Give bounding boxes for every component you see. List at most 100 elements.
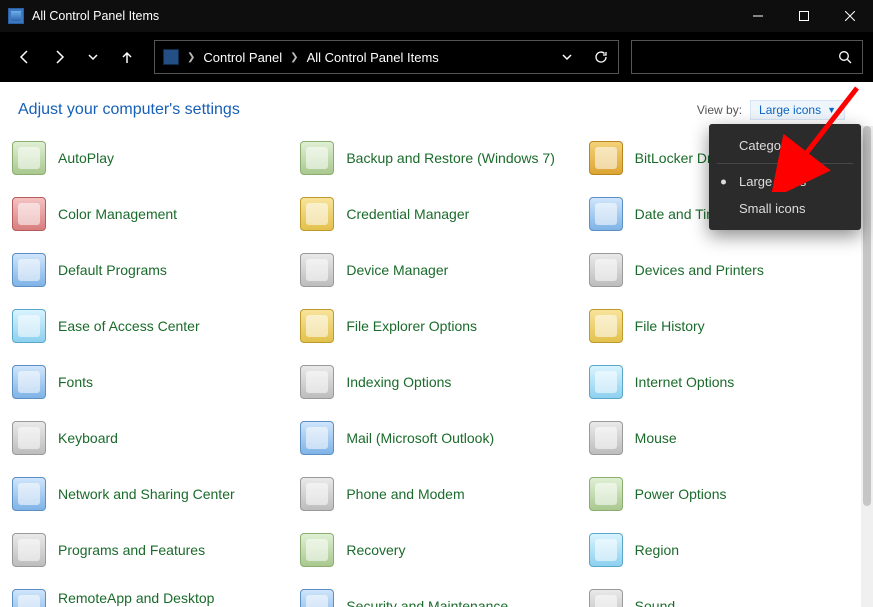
cpl-item-icon: [300, 309, 334, 343]
cpl-item-icon: [589, 589, 623, 607]
view-by-label: View by:: [697, 103, 742, 117]
cpl-item[interactable]: Fonts: [12, 362, 290, 402]
forward-button[interactable]: [44, 42, 74, 72]
cpl-item-label: Fonts: [58, 374, 93, 390]
cpl-item-icon: [589, 141, 623, 175]
page-heading: Adjust your computer's settings: [18, 101, 697, 119]
cpl-item[interactable]: Color Management: [12, 194, 290, 234]
cpl-item-icon: [300, 421, 334, 455]
cpl-item[interactable]: Programs and Features: [12, 530, 290, 570]
cpl-item-icon: [589, 197, 623, 231]
titlebar: All Control Panel Items: [0, 0, 873, 32]
cpl-item-icon: [12, 197, 46, 231]
address-dropdown-button[interactable]: [550, 41, 584, 73]
back-button[interactable]: [10, 42, 40, 72]
cpl-item-label: AutoPlay: [58, 150, 114, 166]
cpl-item[interactable]: Internet Options: [589, 362, 867, 402]
cpl-item[interactable]: Indexing Options: [300, 362, 578, 402]
content-area: Adjust your computer's settings View by:…: [0, 82, 873, 607]
cpl-item[interactable]: Network and Sharing Center: [12, 474, 290, 514]
cpl-item[interactable]: Power Options: [589, 474, 867, 514]
cpl-item[interactable]: Keyboard: [12, 418, 290, 458]
search-box[interactable]: [631, 40, 863, 74]
cpl-item[interactable]: Credential Manager: [300, 194, 578, 234]
cpl-item-icon: [300, 141, 334, 175]
cpl-item-icon: [12, 477, 46, 511]
cpl-item[interactable]: RemoteApp and Desktop Connections: [12, 586, 290, 607]
cpl-item-label: Mail (Microsoft Outlook): [346, 430, 494, 446]
cpl-item-label: Internet Options: [635, 374, 735, 390]
cpl-item-label: Mouse: [635, 430, 677, 446]
cpl-item[interactable]: Mouse: [589, 418, 867, 458]
chevron-right-icon[interactable]: ❯: [185, 52, 197, 63]
address-bar[interactable]: ❯ Control Panel ❯ All Control Panel Item…: [154, 40, 619, 74]
maximize-button[interactable]: [781, 0, 827, 32]
refresh-button[interactable]: [584, 41, 618, 73]
cpl-item-icon: [12, 533, 46, 567]
window-title: All Control Panel Items: [32, 9, 735, 23]
content-header: Adjust your computer's settings View by:…: [0, 82, 873, 128]
cpl-item-label: Sound: [635, 598, 675, 607]
cpl-item[interactable]: Devices and Printers: [589, 250, 867, 290]
cpl-item-label: Region: [635, 542, 679, 558]
cpl-item-label: Recovery: [346, 542, 405, 558]
cpl-item[interactable]: Phone and Modem: [300, 474, 578, 514]
close-button[interactable]: [827, 0, 873, 32]
chevron-down-icon: ▼: [827, 105, 836, 115]
cpl-item-label: Credential Manager: [346, 206, 469, 222]
cpl-item-label: RemoteApp and Desktop Connections: [58, 590, 290, 607]
cpl-item-label: Color Management: [58, 206, 177, 222]
cpl-item-icon: [589, 421, 623, 455]
menu-option-large-icons[interactable]: Large icons: [709, 168, 861, 195]
cpl-item[interactable]: Default Programs: [12, 250, 290, 290]
cpl-item-icon: [300, 477, 334, 511]
cpl-item[interactable]: Recovery: [300, 530, 578, 570]
cpl-item[interactable]: Region: [589, 530, 867, 570]
cpl-item-label: Backup and Restore (Windows 7): [346, 150, 555, 166]
minimize-button[interactable]: [735, 0, 781, 32]
cpl-item-label: Programs and Features: [58, 542, 205, 558]
cpl-item-label: Devices and Printers: [635, 262, 764, 278]
cpl-item-label: File History: [635, 318, 705, 334]
cpl-item-icon: [300, 589, 334, 607]
scrollbar-thumb[interactable]: [863, 126, 871, 506]
cpl-item-icon: [300, 197, 334, 231]
navbar: ❯ Control Panel ❯ All Control Panel Item…: [0, 32, 873, 82]
cpl-item-label: Keyboard: [58, 430, 118, 446]
cpl-item[interactable]: Ease of Access Center: [12, 306, 290, 346]
cpl-item-icon: [12, 589, 46, 607]
cpl-item-label: File Explorer Options: [346, 318, 477, 334]
menu-divider: [717, 163, 853, 164]
cpl-item[interactable]: Mail (Microsoft Outlook): [300, 418, 578, 458]
view-by-select[interactable]: Large icons ▼: [750, 100, 845, 120]
cpl-item-label: Indexing Options: [346, 374, 451, 390]
menu-option-small-icons[interactable]: Small icons: [709, 195, 861, 222]
menu-option-category[interactable]: Category: [709, 132, 861, 159]
breadcrumb-control-panel[interactable]: Control Panel: [197, 41, 288, 73]
search-icon[interactable]: [828, 41, 862, 73]
cpl-item-label: Default Programs: [58, 262, 167, 278]
cpl-item-icon: [589, 365, 623, 399]
cpl-item-icon: [12, 421, 46, 455]
cpl-item[interactable]: File History: [589, 306, 867, 346]
cpl-item[interactable]: Security and Maintenance: [300, 586, 578, 607]
scrollbar[interactable]: [861, 126, 873, 607]
up-button[interactable]: [112, 42, 142, 72]
cpl-item[interactable]: File Explorer Options: [300, 306, 578, 346]
cpl-item-label: Ease of Access Center: [58, 318, 200, 334]
cpl-item-icon: [12, 365, 46, 399]
cpl-item-icon: [589, 533, 623, 567]
cpl-item-label: Power Options: [635, 486, 727, 502]
breadcrumb-all-items[interactable]: All Control Panel Items: [301, 41, 445, 73]
cpl-item[interactable]: AutoPlay: [12, 138, 290, 178]
chevron-right-icon[interactable]: ❯: [288, 52, 300, 63]
cpl-item-icon: [589, 477, 623, 511]
cpl-item-icon: [589, 309, 623, 343]
cpl-item-label: Network and Sharing Center: [58, 486, 235, 502]
control-panel-icon: [8, 8, 24, 24]
cpl-item[interactable]: Backup and Restore (Windows 7): [300, 138, 578, 178]
recent-locations-button[interactable]: [78, 42, 108, 72]
cpl-item[interactable]: Device Manager: [300, 250, 578, 290]
cpl-item[interactable]: Sound: [589, 586, 867, 607]
cpl-item-label: Security and Maintenance: [346, 598, 508, 607]
